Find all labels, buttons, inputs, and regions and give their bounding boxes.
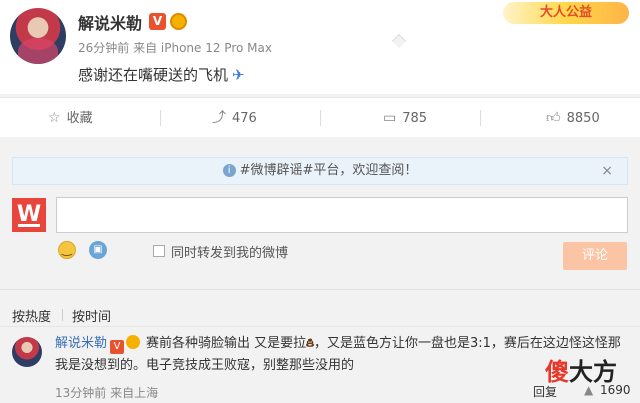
sort-divider [62,309,63,321]
comment-input[interactable] [56,197,628,233]
user-logo-icon: W [12,198,46,232]
commenter-avatar[interactable] [12,337,42,367]
thumbs-up-icon: 👍︎ [546,110,561,126]
sort-by-hot-tab[interactable]: 按热度 [12,306,51,325]
emoji-icon[interactable] [58,241,76,259]
thumbs-up-icon[interactable]: ▲ [584,383,593,397]
gold-badge-icon [170,13,187,30]
action-divider [160,110,161,126]
info-icon: i [222,164,236,177]
action-divider [320,110,321,126]
like-count: 8850 [566,111,600,126]
repost-checkbox-label[interactable]: 同时转发到我的微博 [171,242,288,261]
comment-button[interactable]: ▭ 785 [383,98,427,138]
charity-banner[interactable]: 大人公益 [503,2,629,24]
verified-v-badge: V [149,13,166,30]
gold-badge-icon [126,335,141,349]
reply-button[interactable]: 回复 [533,383,557,400]
repost-count: 476 [232,111,257,126]
post-content: 感谢还在嘴硬送的飞机 ✈ [78,64,245,85]
post-author-name[interactable]: 解说米勒 [78,10,142,34]
comment-body: 解说米勒 V 赛前各种骑脸输出 又是要拉💩︎，又是蓝色方让你一盘也是3:1，赛后在这… [55,333,627,377]
repost-button[interactable]: ⤴ 476 [212,98,257,138]
divider [0,326,640,327]
favorite-button[interactable]: ☆ 收藏 [48,98,93,138]
image-icon[interactable]: ▣ [89,241,107,259]
like-button[interactable]: 👍︎ 8850 [546,98,600,138]
comment-like-count: 1690 [600,383,631,397]
repost-icon: ⤴ [212,110,226,126]
airplane-icon: ✈ [232,66,245,84]
post-action-bar: ☆ 收藏 ⤴ 476 ▭ 785 👍︎ 8850 [0,97,640,137]
favorite-label: 收藏 [66,111,93,126]
comment-count: 785 [402,111,428,126]
repost-checkbox[interactable] [153,245,165,257]
post-meta: 26分钟前 来自 iPhone 12 Pro Max [78,41,272,55]
rumor-notice-text[interactable]: #微博辟谣#平台，欢迎查阅！ [240,163,418,178]
close-icon[interactable]: × [601,158,613,184]
post-content-text: 感谢还在嘴硬送的飞机 [78,66,229,84]
star-icon: ☆ [48,110,61,126]
poop-emoji-icon: 💩︎ [306,336,314,351]
watermark: 傻大方 [545,358,617,386]
action-divider [480,110,481,126]
sort-by-time-tab[interactable]: 按时间 [72,306,111,325]
commenter-name[interactable]: 解说米勒 [55,336,107,351]
comment-meta: 13分钟前 来自上海 [55,386,159,400]
verified-v-badge: V [110,340,125,354]
author-avatar[interactable] [10,8,66,64]
divider [0,289,640,290]
comment-text-part1: 赛前各种骑脸输出 又是要拉 [146,336,307,351]
comment-icon: ▭ [383,110,397,126]
weibo-post: 解说米勒 V 26分钟前 来自 iPhone 12 Pro Max 感谢还在嘴硬… [0,0,640,94]
submit-comment-button[interactable]: 评论 [563,242,627,270]
rumor-notice-bar: i #微博辟谣#平台，欢迎查阅！ × [12,157,628,185]
